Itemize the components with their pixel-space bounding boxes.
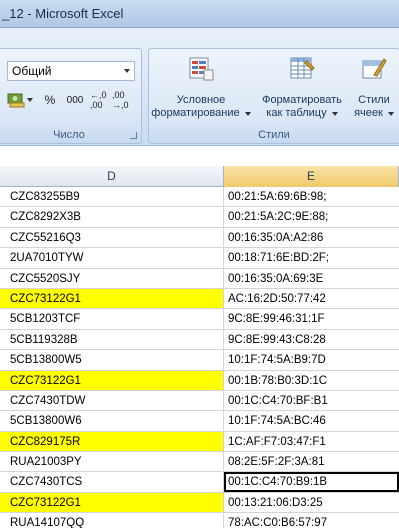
cell-d[interactable]: 5CB1203TCF xyxy=(0,309,224,329)
cell-e[interactable]: 00:13:21:06:D3:25 xyxy=(224,493,399,512)
table-row: CZC7430TCS 00:1C:C4:70:B9:1B xyxy=(0,472,399,493)
currency-format-button[interactable] xyxy=(5,89,35,111)
table-row: 5CB1203TCF 9C:8E:99:46:31:1F xyxy=(0,309,399,330)
table-row: CZC73122G1 00:13:21:06:D3:25 xyxy=(0,492,399,514)
worksheet-grid: D E CZC83255B9 00:21:5A:69:6B:98; CZC8292X… xyxy=(0,146,399,528)
table-row: 5CB119328B 9C:8E:99:43:C8:28 xyxy=(0,329,399,351)
cell-e[interactable]: 00:1B:78:B0:3D:1C xyxy=(224,371,399,390)
cell-styles-label-2: ячеек xyxy=(354,107,383,119)
cell-e[interactable]: 00:18:71:6E:BD:2F; xyxy=(224,248,399,267)
cell-d[interactable]: 5CB13800W6 xyxy=(0,411,224,431)
cell-d[interactable]: 5CB119328B xyxy=(0,329,224,350)
column-headers: D E xyxy=(0,166,399,187)
comma-style-button[interactable]: 000 xyxy=(63,89,87,111)
currency-icon xyxy=(7,93,25,108)
cell-e[interactable]: 78:AC:C0:B6:57:97 xyxy=(224,513,399,528)
cell-d[interactable]: CZC73122G1 xyxy=(0,492,224,513)
chevron-down-icon xyxy=(387,112,394,116)
rows: CZC83255B9 00:21:5A:69:6B:98; CZC8292X3B 00… xyxy=(0,187,399,528)
format-as-table-icon xyxy=(290,57,315,79)
conditional-formatting-button[interactable]: Условное форматирование xyxy=(149,55,253,127)
cell-styles-button[interactable]: Стили ячеек xyxy=(347,55,399,127)
decrease-decimal-button[interactable]: ,00 →,0 xyxy=(111,89,135,111)
cell-styles-dropdown: ячеек xyxy=(347,107,399,120)
cell-e[interactable]: 00:16:35:0A:69:3E xyxy=(224,269,399,288)
styles-group: Условное форматирование Форматировать ка… xyxy=(148,48,399,144)
table-row: CZC83255B9 00:21:5A:69:6B:98; xyxy=(0,187,399,208)
cell-d[interactable]: CZC83255B9 xyxy=(0,187,224,207)
cell-e[interactable]: 00:1C:C4:70:BF:B1 xyxy=(224,391,399,410)
format-as-table-label-1: Форматировать xyxy=(262,94,342,106)
cell-d[interactable]: CZC7430TDW xyxy=(0,390,224,411)
cell-d[interactable]: CZC73122G1 xyxy=(0,288,224,309)
cell-e[interactable]: 1C:AF:F7:03:47:F1 xyxy=(224,432,399,451)
cell-d[interactable]: RUA21003PY xyxy=(0,452,224,472)
table-row: CZC829175R 1C:AF:F7:03:47:F1 xyxy=(0,431,399,453)
chevron-down-icon xyxy=(124,69,130,73)
format-as-table-label-2: как таблицу xyxy=(266,107,327,119)
number-group-label: Число xyxy=(53,129,85,141)
number-dialog-launcher[interactable] xyxy=(130,132,137,139)
cell-e[interactable]: 08:2E:5F:2F:3A:81 xyxy=(224,452,399,471)
table-row: CZC8292X3B 00:21:5A:2C:9E:88; xyxy=(0,207,399,228)
cell-d[interactable]: 5CB13800W5 xyxy=(0,350,224,370)
cell-e[interactable]: 00:21:5A:69:6B:98; xyxy=(224,187,399,206)
cell-styles-label-1: Стили xyxy=(358,94,390,106)
format-as-table-button[interactable]: Форматировать как таблицу xyxy=(257,55,347,127)
table-row: CZC55216Q3 00:16:35:0A:A2:86 xyxy=(0,227,399,249)
title-bar: _12 - Microsoft Excel xyxy=(0,0,399,28)
table-row: 5CB13800W6 10:1F:74:5A:BC:46 xyxy=(0,411,399,432)
window-title: _12 - Microsoft Excel xyxy=(2,6,124,21)
cell-e[interactable]: AC:16:2D:50:77:42 xyxy=(224,289,399,308)
cell-e[interactable]: 00:1C:C4:70:B9:1B xyxy=(224,472,399,492)
table-row: RUA21003PY 08:2E:5F:2F:3A:81 xyxy=(0,452,399,473)
chevron-down-icon xyxy=(244,112,251,116)
number-group: Общий % 000 ←,0 ,00 ,00 →,0 Число xyxy=(0,48,142,144)
cell-d[interactable]: CZC7430TCS xyxy=(0,472,224,492)
cell-e[interactable]: 9C:8E:99:43:C8:28 xyxy=(224,330,399,349)
cell-e[interactable]: 10:1F:74:5A:BC:46 xyxy=(224,411,399,430)
table-row: 2UA7010TYW 00:18:71:6E:BD:2F; xyxy=(0,248,399,269)
ribbon: Общий % 000 ←,0 ,00 ,00 →,0 Число Условн… xyxy=(0,28,399,146)
table-row: CZC73122G1 AC:16:2D:50:77:42 xyxy=(0,288,399,310)
number-format-dropdown[interactable]: Общий xyxy=(7,61,135,81)
cell-d[interactable]: CZC55216Q3 xyxy=(0,227,224,248)
cell-d[interactable]: CZC829175R xyxy=(0,431,224,452)
chevron-down-icon xyxy=(27,98,33,102)
conditional-formatting-label-1: Условное xyxy=(176,94,226,106)
cell-e[interactable]: 00:16:35:0A:A2:86 xyxy=(224,228,399,247)
percent-style-button[interactable]: % xyxy=(39,89,61,111)
format-as-table-dropdown: как таблицу xyxy=(257,107,347,120)
column-header-d[interactable]: D xyxy=(0,166,224,187)
cell-e[interactable]: 9C:8E:99:46:31:1F xyxy=(224,309,399,328)
cell-e[interactable]: 00:21:5A:2C:9E:88; xyxy=(224,207,399,226)
cell-d[interactable]: RUA14107QQ xyxy=(0,513,224,528)
conditional-formatting-dropdown: форматирование xyxy=(149,107,253,120)
cell-d[interactable]: CZC73122G1 xyxy=(0,370,224,390)
cell-d[interactable]: 2UA7010TYW xyxy=(0,248,224,268)
cell-styles-icon xyxy=(362,58,387,79)
conditional-formatting-icon xyxy=(189,57,214,81)
table-row: CZC5520SJY 00:16:35:0A:69:3E xyxy=(0,268,399,289)
chevron-down-icon xyxy=(331,112,338,116)
conditional-formatting-label-2: форматирование xyxy=(151,107,240,119)
table-row: CZC7430TDW 00:1C:C4:70:BF:B1 xyxy=(0,390,399,412)
table-row: RUA14107QQ 78:AC:C0:B6:57:97 xyxy=(0,513,399,528)
number-format-value: Общий xyxy=(12,64,52,78)
table-row: 5CB13800W5 10:1F:74:5A:B9:7D xyxy=(0,350,399,371)
increase-decimal-button[interactable]: ←,0 ,00 xyxy=(89,89,111,111)
cell-e[interactable]: 10:1F:74:5A:B9:7D xyxy=(224,350,399,369)
cell-d[interactable]: CZC8292X3B xyxy=(0,207,224,227)
table-row: CZC73122G1 00:1B:78:B0:3D:1C xyxy=(0,370,399,391)
cell-d[interactable]: CZC5520SJY xyxy=(0,268,224,288)
styles-group-label: Стили xyxy=(258,129,290,141)
column-header-e[interactable]: E xyxy=(224,166,399,187)
